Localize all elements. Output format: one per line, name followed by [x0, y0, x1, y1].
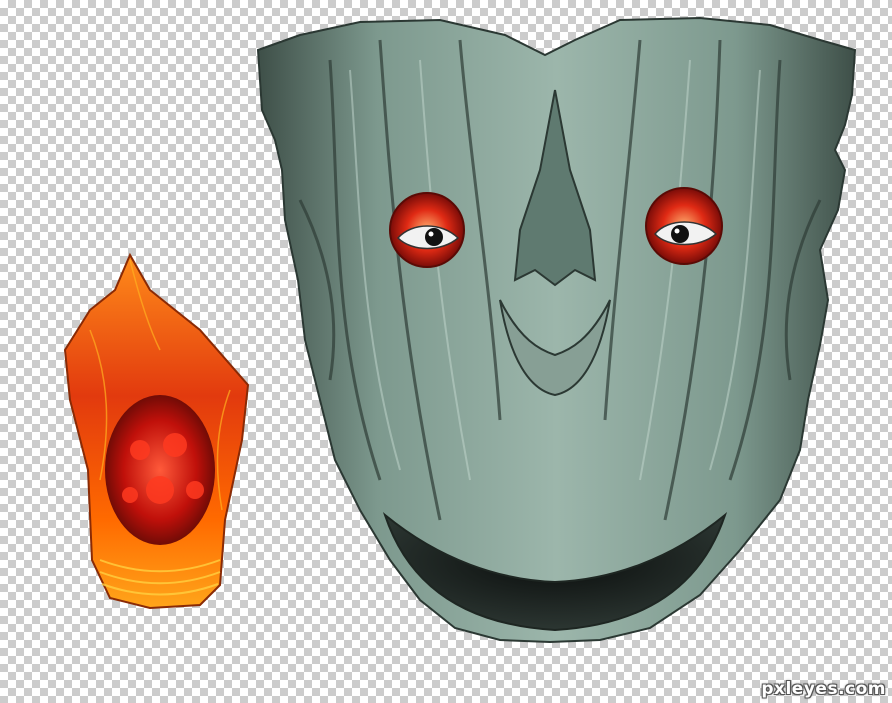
stone-face [256, 16, 857, 644]
artwork [63, 16, 857, 644]
watermark-text: pxleyes.com [761, 679, 886, 699]
fractal-hat [63, 252, 250, 610]
right-eye [645, 187, 723, 265]
left-eye [389, 192, 465, 268]
